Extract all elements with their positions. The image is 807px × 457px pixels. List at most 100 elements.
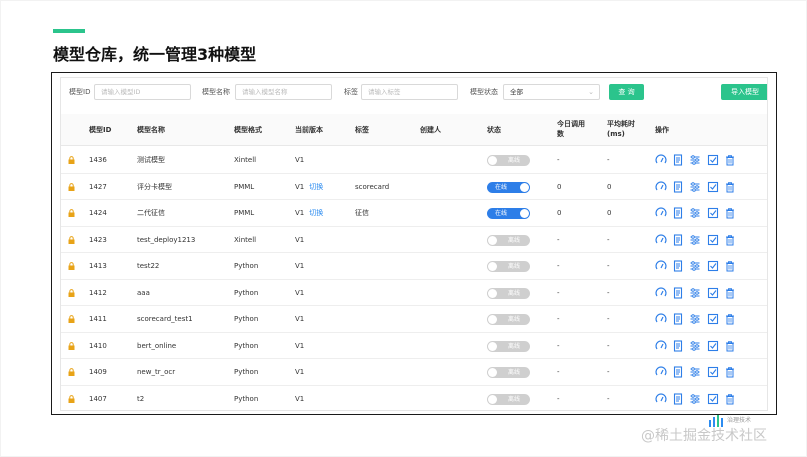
cell-avg-time: - xyxy=(607,394,610,403)
cell-model-id: 1410 xyxy=(89,341,107,350)
document-icon[interactable] xyxy=(672,154,684,166)
version-switch-link[interactable]: 切换 xyxy=(309,209,323,217)
slide: 模型仓库，统一管理3种模型 模型ID 请输入模型ID 模型名称 请输入模型名称 … xyxy=(1,1,806,456)
cell-calls-today: - xyxy=(557,235,560,244)
tag-input[interactable]: 请输入标签 xyxy=(361,84,458,100)
settings-sliders-icon[interactable] xyxy=(689,234,701,246)
monitor-icon[interactable] xyxy=(655,286,667,299)
status-toggle-label: 在线 xyxy=(495,183,508,191)
status-toggle[interactable]: 离线 xyxy=(487,314,530,325)
cell-model-name: t2 xyxy=(137,394,145,403)
document-icon[interactable] xyxy=(672,392,684,405)
status-toggle[interactable]: 在线 xyxy=(487,208,530,219)
monitor-icon[interactable] xyxy=(655,313,667,325)
cell-version: V1 xyxy=(295,156,305,164)
toggle-knob xyxy=(488,368,497,377)
delete-icon[interactable] xyxy=(724,313,736,325)
status-toggle-label: 离线 xyxy=(507,316,520,323)
monitor-icon[interactable] xyxy=(655,154,667,166)
status-toggle[interactable]: 在线 xyxy=(487,181,530,193)
watermark-text: @稀土掘金技术社区 xyxy=(641,428,767,444)
status-select[interactable]: 全部 ⌄ xyxy=(503,84,600,100)
table-row: 1427 评分卡模型 PMML V1 切换 scorecard 在线 0 0 xyxy=(61,174,767,200)
test-check-icon[interactable] xyxy=(707,260,719,272)
screenshot-frame: 模型ID 请输入模型ID 模型名称 请输入模型名称 标签 请输入标签 模型状态 … xyxy=(51,72,777,415)
status-toggle[interactable]: 离线 xyxy=(487,261,530,272)
cell-model-id: 1413 xyxy=(89,262,107,270)
test-check-icon[interactable] xyxy=(707,287,719,299)
version-switch-link[interactable]: 切换 xyxy=(309,183,323,191)
model-id-input[interactable]: 请输入模型ID xyxy=(94,84,191,100)
monitor-icon[interactable] xyxy=(655,233,667,246)
settings-sliders-icon[interactable] xyxy=(689,313,701,325)
document-icon[interactable] xyxy=(672,313,684,325)
settings-sliders-icon[interactable] xyxy=(689,287,701,299)
test-check-icon[interactable] xyxy=(707,340,719,352)
delete-icon[interactable] xyxy=(724,340,736,352)
test-check-icon[interactable] xyxy=(707,234,719,246)
status-toggle-label: 离线 xyxy=(507,236,520,244)
delete-icon[interactable] xyxy=(724,366,736,378)
cell-calls-today: 0 xyxy=(557,209,562,217)
header-current-version: 当前版本 xyxy=(295,126,323,134)
import-model-button[interactable]: 导入模型 xyxy=(721,84,767,100)
table-row: 1410 bert_online Python V1 离线 - - xyxy=(61,333,767,359)
status-toggle[interactable]: 离线 xyxy=(487,393,530,405)
document-icon[interactable] xyxy=(672,339,684,352)
test-check-icon[interactable] xyxy=(707,207,719,219)
cell-avg-time: - xyxy=(607,341,610,350)
delete-icon[interactable] xyxy=(724,393,736,405)
model-name-input[interactable]: 请输入模型名称 xyxy=(235,84,332,100)
cell-tag: scorecard xyxy=(355,182,390,191)
status-toggle[interactable]: 离线 xyxy=(487,234,530,246)
cell-version: V1 xyxy=(295,235,305,244)
document-icon[interactable] xyxy=(672,366,684,378)
settings-sliders-icon[interactable] xyxy=(689,181,701,193)
test-check-icon[interactable] xyxy=(707,313,719,325)
document-icon[interactable] xyxy=(672,207,684,219)
status-toggle[interactable]: 离线 xyxy=(487,340,530,352)
document-icon[interactable] xyxy=(672,180,684,193)
delete-icon[interactable] xyxy=(724,154,736,166)
delete-icon[interactable] xyxy=(724,181,736,193)
test-check-icon[interactable] xyxy=(707,154,719,166)
status-toggle[interactable]: 离线 xyxy=(487,367,530,378)
status-toggle[interactable]: 离线 xyxy=(487,287,530,299)
table-row: 1413 test22 Python V1 离线 - - xyxy=(61,253,767,280)
header-model-name: 模型名称 xyxy=(137,126,165,134)
monitor-icon[interactable] xyxy=(655,180,667,193)
cell-avg-time: 0 xyxy=(607,209,612,217)
accent-bar xyxy=(53,29,85,33)
query-button[interactable]: 查 询 xyxy=(609,84,644,100)
lock-icon xyxy=(68,209,75,217)
cell-model-id: 1424 xyxy=(89,209,107,217)
settings-sliders-icon[interactable] xyxy=(689,260,701,272)
cell-version: V1 xyxy=(295,262,305,270)
delete-icon[interactable] xyxy=(724,260,736,272)
cell-model-id: 1436 xyxy=(89,156,107,164)
monitor-icon[interactable] xyxy=(655,339,667,352)
settings-sliders-icon[interactable] xyxy=(689,207,701,219)
delete-icon[interactable] xyxy=(724,207,736,219)
toggle-knob xyxy=(520,182,529,192)
settings-sliders-icon[interactable] xyxy=(689,340,701,352)
monitor-icon[interactable] xyxy=(655,366,667,378)
monitor-icon[interactable] xyxy=(655,260,667,272)
settings-sliders-icon[interactable] xyxy=(689,366,701,378)
settings-sliders-icon[interactable] xyxy=(689,393,701,405)
status-toggle-label: 离线 xyxy=(507,369,520,376)
header-calls-today: 今日调用 数 xyxy=(557,120,585,138)
document-icon[interactable] xyxy=(672,260,684,272)
delete-icon[interactable] xyxy=(724,234,736,246)
test-check-icon[interactable] xyxy=(707,366,719,378)
status-toggle[interactable]: 离线 xyxy=(487,155,530,166)
document-icon[interactable] xyxy=(672,286,684,299)
document-icon[interactable] xyxy=(672,233,684,246)
delete-icon[interactable] xyxy=(724,287,736,299)
cell-avg-time: - xyxy=(607,156,610,164)
test-check-icon[interactable] xyxy=(707,181,719,193)
test-check-icon[interactable] xyxy=(707,393,719,405)
monitor-icon[interactable] xyxy=(655,207,667,219)
settings-sliders-icon[interactable] xyxy=(689,154,701,166)
monitor-icon[interactable] xyxy=(655,392,667,405)
